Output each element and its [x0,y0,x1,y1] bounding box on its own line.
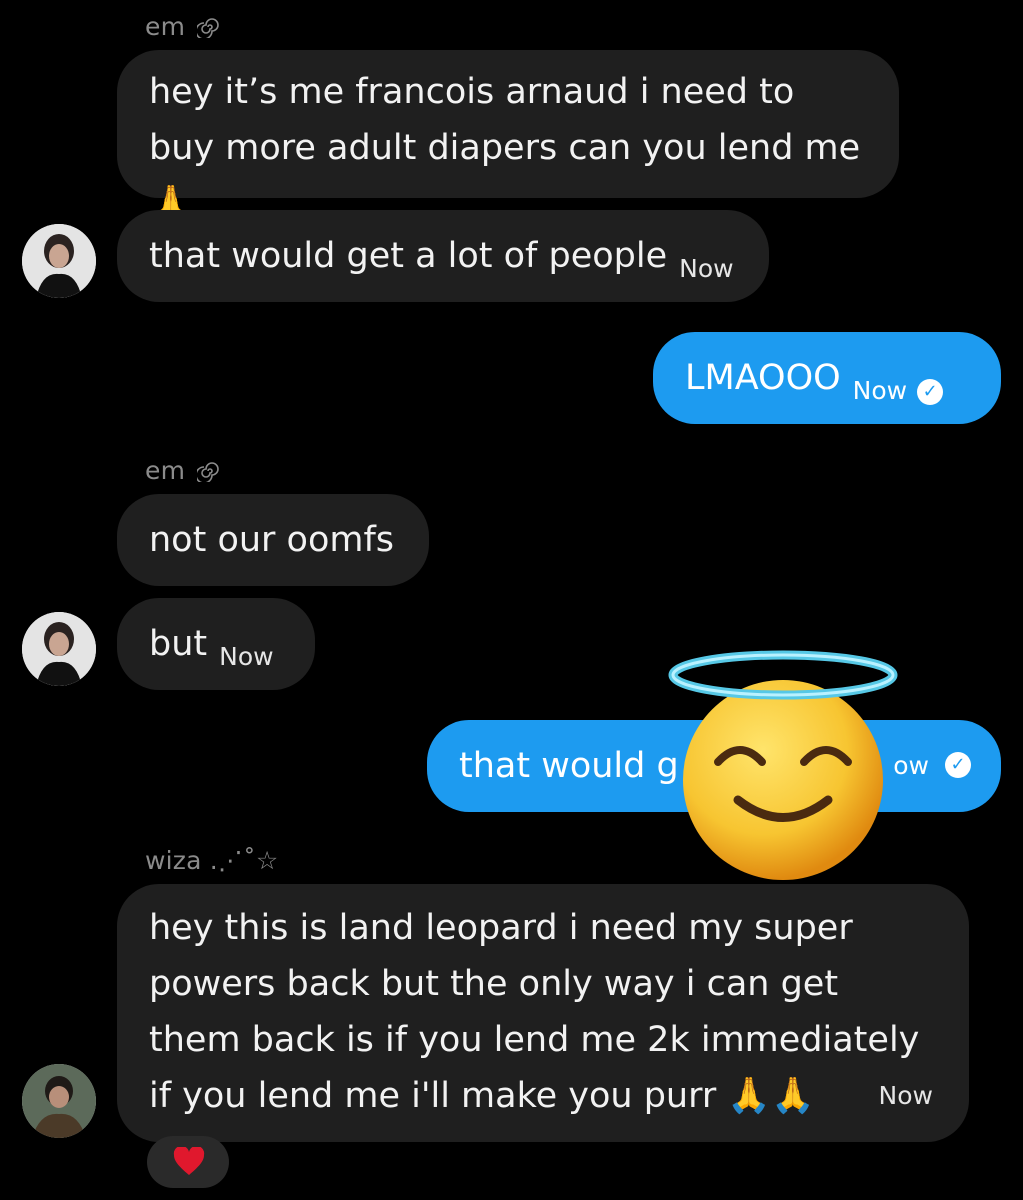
message-time: Now [878,1081,933,1110]
avatar[interactable] [22,612,96,686]
read-check-icon: ✓ [917,379,944,405]
message-bubble[interactable]: but Now [117,598,315,690]
message-bubble[interactable]: that would get a lot of people Now [117,210,769,302]
message-bubble-outgoing[interactable]: LMAOOO Now ✓ [653,332,1001,424]
sender-name: em [145,12,220,44]
message-time: Now [852,376,908,405]
message-text: but [149,624,208,664]
message-time: Now [679,254,734,283]
message-text: hey this is land leopard i need my super… [149,908,920,1116]
sender-name: em [145,456,220,488]
spiral-icon [195,15,220,44]
message-text: hey it’s me francois arnaud i need to bu… [149,72,861,224]
message-bubble[interactable]: hey this is land leopard i need my super… [117,884,969,1142]
smiling-face-with-halo-emoji [668,650,898,880]
message-text: not our oomfs [149,520,395,560]
read-check-icon: ✓ [945,752,971,778]
reaction-badge[interactable] [147,1136,229,1188]
message-time: ow [893,751,929,780]
message-time: Now [219,642,274,671]
sender-name: wiza .⋰˚☆ [145,846,279,875]
message-bubble[interactable]: hey it’s me francois arnaud i need to bu… [117,50,899,224]
avatar[interactable] [22,224,96,298]
message-text: LMAOOO [685,358,841,398]
heart-icon [173,1145,205,1181]
avatar[interactable] [22,1064,96,1138]
message-text: that would g [459,746,679,786]
spiral-icon [195,459,220,488]
message-text: that would get a lot of people [149,236,668,276]
message-bubble[interactable]: not our oomfs [117,494,429,586]
